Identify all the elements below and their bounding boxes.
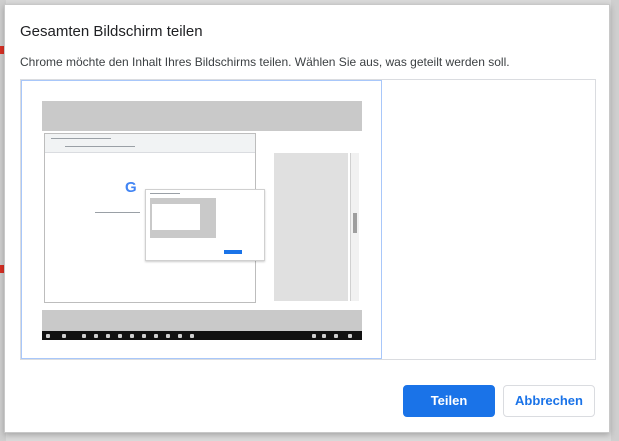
taskbar-icon [82, 334, 86, 338]
thumbnail-logo-fragment: G [125, 179, 137, 196]
taskbar-icon [142, 334, 146, 338]
thumbnail-browser-window: G [44, 133, 265, 303]
taskbar-icon [106, 334, 110, 338]
screen-picker-list: G [20, 79, 596, 360]
taskbar-icon [94, 334, 98, 338]
thumbnail-nested-preview-screen [152, 204, 200, 230]
taskbar-tray-icon [334, 334, 338, 338]
share-screen-dialog: Gesamten Bildschirm teilen Chrome möchte… [4, 4, 610, 433]
cancel-button[interactable]: Abbrechen [503, 385, 595, 417]
taskbar-icon [190, 334, 194, 338]
screen-thumbnail: G [42, 101, 362, 340]
thumbnail-nested-dialog [145, 189, 265, 261]
share-button[interactable]: Teilen [403, 385, 495, 417]
taskbar-tray-icon [312, 334, 316, 338]
thumbnail-address-line [65, 146, 135, 147]
thumbnail-browser-toolbar [45, 134, 255, 153]
thumbnail-nested-title-line [150, 193, 180, 194]
thumbnail-scrollbar-thumb [353, 213, 357, 233]
screen-option-entire-screen[interactable]: G [21, 80, 382, 359]
thumbnail-nested-preview [150, 198, 216, 238]
thumbnail-side-panel [274, 153, 348, 301]
dialog-title: Gesamten Bildschirm teilen [20, 23, 203, 40]
taskbar-icon [154, 334, 158, 338]
thumbnail-tab-line [51, 138, 111, 139]
taskbar-icon [178, 334, 182, 338]
taskbar-clock [348, 334, 352, 338]
thumbnail-desktop: G [42, 131, 362, 340]
taskbar-icon [118, 334, 122, 338]
taskbar-icon [46, 334, 50, 338]
dialog-description: Chrome möchte den Inhalt Ihres Bildschir… [20, 55, 510, 69]
taskbar-icon [130, 334, 134, 338]
background-right-strip [611, 0, 619, 441]
taskbar-tray-icon [322, 334, 326, 338]
thumbnail-scrollbar [350, 153, 359, 301]
thumbnail-text-line [95, 212, 140, 213]
taskbar-icon [166, 334, 170, 338]
taskbar-icon [62, 334, 66, 338]
thumbnail-taskbar [42, 331, 362, 340]
thumbnail-nested-share-button [224, 250, 242, 254]
